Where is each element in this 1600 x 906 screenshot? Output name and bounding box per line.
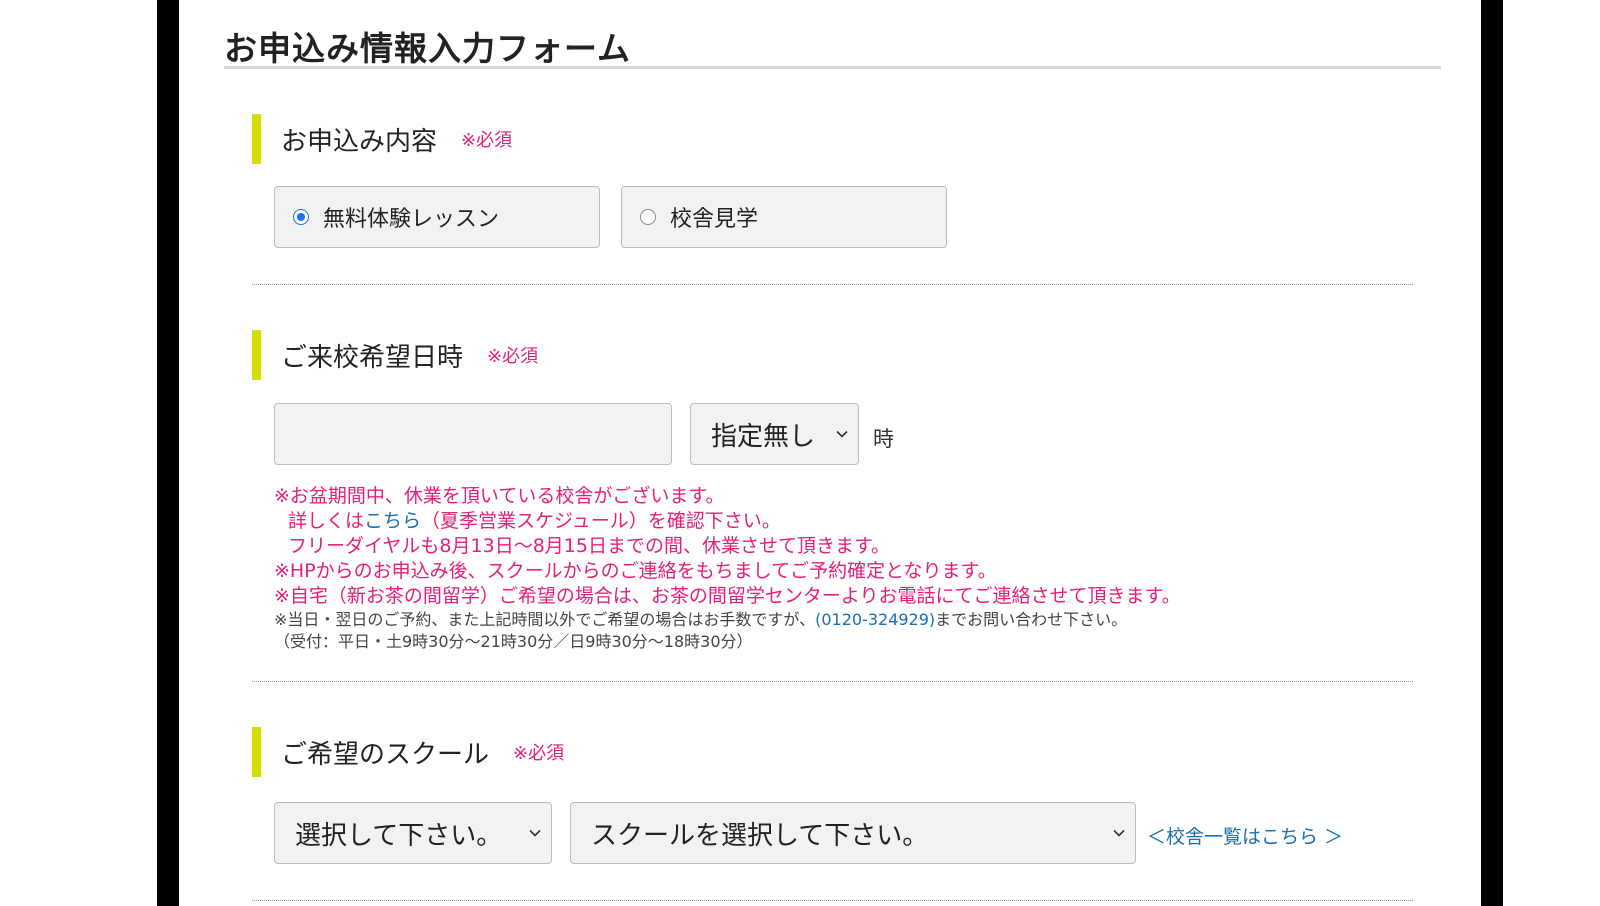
note-line: ※自宅（新お茶の間留学）ご希望の場合は、お茶の間留学センターよりお電話にてご連絡…	[274, 585, 1181, 607]
radio-option-school-visit[interactable]: 校舎見学	[621, 186, 947, 248]
section-divider	[252, 900, 1413, 901]
section-visit-datetime: ご来校希望日時 ※必須	[252, 330, 538, 380]
frame-left-border	[157, 0, 179, 906]
form-page: お申込み情報入力フォーム お申込み内容 ※必須 無料体験レッスン 校舎見学 ご来…	[179, 0, 1481, 906]
chevron-down-icon	[1113, 829, 1125, 837]
section-application-type: お申込み内容 ※必須	[252, 114, 512, 164]
school-list-link[interactable]: ＜校舎一覧はこちら ＞	[1147, 822, 1343, 849]
section-title: ご来校希望日時	[281, 342, 464, 373]
phone-link[interactable]: (0120-324929)	[815, 610, 935, 629]
area-select-value: 選択して下さい。	[295, 820, 503, 851]
frame-right-border	[1481, 0, 1503, 906]
section-preferred-school: ご希望のスクール ※必須	[252, 727, 564, 777]
note-line: （受付：平日・土9時30分〜21時30分／日9時30分〜18時30分）	[274, 632, 753, 651]
note-line: フリーダイヤルも8月13日〜8月15日までの間、休業させて頂きます。	[288, 535, 891, 557]
radio-label: 無料体験レッスン	[323, 207, 500, 232]
section-accent-bar	[252, 330, 261, 380]
school-select[interactable]: スクールを選択して下さい。	[570, 802, 1136, 864]
visit-notes: ※お盆期間中、休業を頂いている校舎がございます。 詳しくはこちら（夏季営業スケジ…	[274, 484, 1374, 653]
required-badge: ※必須	[487, 346, 539, 367]
section-divider	[252, 681, 1413, 682]
section-accent-bar	[252, 114, 261, 164]
section-title: お申込み内容	[281, 126, 438, 157]
chevron-down-icon	[836, 430, 848, 438]
hour-select[interactable]: 指定無し	[690, 403, 859, 465]
summer-schedule-link[interactable]: こちら	[364, 510, 421, 532]
section-title: ご希望のスクール	[281, 739, 490, 770]
radio-option-free-trial[interactable]: 無料体験レッスン	[274, 186, 600, 248]
radio-checked-icon[interactable]	[293, 209, 309, 225]
section-accent-bar	[252, 727, 261, 777]
visit-date-input[interactable]	[274, 403, 672, 465]
school-select-value: スクールを選択して下さい。	[591, 820, 929, 851]
hour-unit-label: 時	[873, 427, 894, 451]
note-line: ※HPからのお申込み後、スクールからのご連絡をもちましてご予約確定となります。	[274, 560, 997, 582]
radio-label: 校舎見学	[670, 207, 759, 232]
section-divider	[252, 284, 1413, 285]
note-line: 詳しくはこちら（夏季営業スケジュール）を確認下さい。	[288, 510, 781, 532]
note-line: ※当日・翌日のご予約、また上記時間以外でご希望の場合はお手数ですが、(0120-…	[274, 610, 1128, 629]
required-badge: ※必須	[461, 130, 513, 151]
chevron-down-icon	[529, 829, 541, 837]
title-divider	[224, 66, 1441, 69]
note-line: ※お盆期間中、休業を頂いている校舎がございます。	[274, 485, 725, 507]
radio-unchecked-icon[interactable]	[640, 209, 656, 225]
page-title: お申込み情報入力フォーム	[224, 29, 632, 68]
required-badge: ※必須	[513, 743, 565, 764]
area-select[interactable]: 選択して下さい。	[274, 802, 552, 864]
hour-select-value: 指定無し	[711, 421, 816, 452]
